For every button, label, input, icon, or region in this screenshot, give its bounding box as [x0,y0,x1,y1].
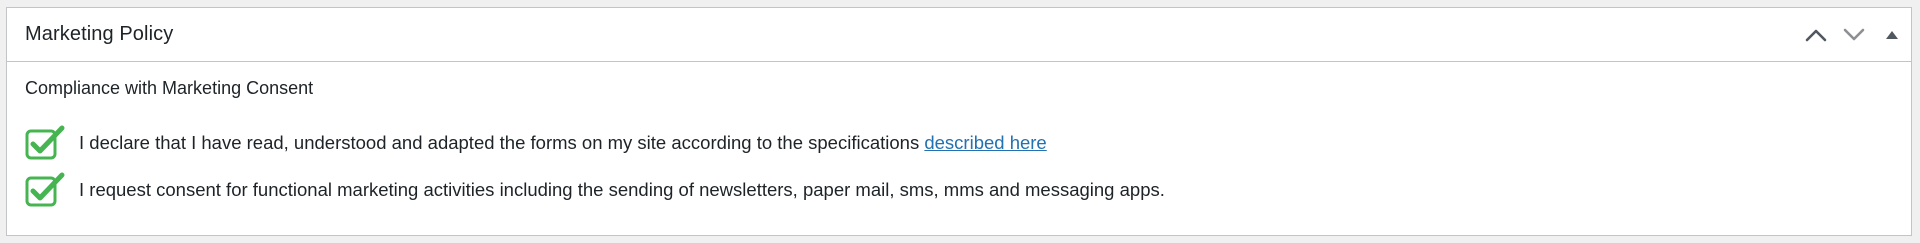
consent-label-forms: I declare that I have read, understood a… [79,132,925,153]
described-here-link[interactable]: described here [924,132,1046,153]
consent-checkbox-forms[interactable] [25,125,65,161]
consent-label-marketing: I request consent for functional marketi… [79,179,1165,200]
consent-item-marketing: I request consent for functional marketi… [25,170,1893,210]
marketing-policy-panel: Marketing Policy Compliance with Marketi… [6,7,1912,236]
checkmark-icon [25,125,65,160]
toggle-panel-button[interactable] [1873,8,1911,62]
triangle-up-icon [1886,30,1898,39]
panel-body: Compliance with Marketing Consent I decl… [7,62,1911,210]
move-up-button[interactable] [1797,8,1835,62]
checkmark-icon [25,172,65,207]
panel-title: Marketing Policy [25,23,174,45]
chevron-down-icon [1843,28,1865,40]
consent-checkbox-marketing[interactable] [25,172,65,208]
chevron-up-icon [1805,29,1827,41]
move-down-button[interactable] [1835,8,1873,62]
consent-item-forms: I declare that I have read, understood a… [25,123,1893,163]
panel-header: Marketing Policy [7,8,1911,62]
consent-text-forms: I declare that I have read, understood a… [79,131,1047,155]
panel-handle-actions [1797,8,1911,61]
section-heading: Compliance with Marketing Consent [25,78,314,98]
